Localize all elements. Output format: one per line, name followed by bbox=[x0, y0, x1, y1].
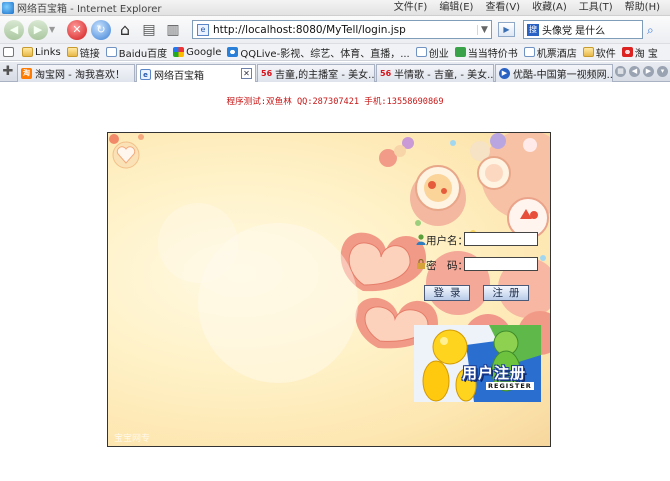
link-label: QQLive-影视、综艺、体育、直播，... bbox=[240, 48, 410, 60]
link-label: 链接 bbox=[79, 48, 100, 60]
address-bar[interactable]: e http://localhost:8080/MyTell/login.jsp… bbox=[192, 20, 492, 39]
home-button[interactable]: ⌂ bbox=[115, 20, 135, 40]
taobao-icon bbox=[621, 47, 633, 57]
link-item[interactable]: Links bbox=[22, 47, 61, 58]
link-item[interactable]: 机票酒店 bbox=[523, 45, 577, 60]
print-button[interactable]: ▤ bbox=[139, 20, 159, 40]
ie-logo-icon bbox=[2, 1, 14, 14]
history-dropdown-icon[interactable]: ▼ bbox=[49, 25, 57, 34]
tab-56-song[interactable]: 56 半情歌 - 吉童, - 美女... bbox=[376, 64, 494, 82]
tab-taobao[interactable]: 淘 淘宝网 - 淘我喜欢！ bbox=[17, 64, 135, 82]
page-icon: e bbox=[140, 68, 151, 80]
link-label: 当当特价书 bbox=[467, 48, 518, 60]
tab-list-icon[interactable]: ▦ bbox=[615, 66, 626, 77]
link-item[interactable]: Baidu百度 bbox=[105, 45, 168, 60]
youku-icon: ▶ bbox=[499, 68, 510, 79]
password-label: 密 码： bbox=[426, 260, 468, 272]
menu-view[interactable]: 查看(V) bbox=[479, 1, 526, 15]
page-icon: e bbox=[197, 23, 209, 36]
page-icon bbox=[105, 47, 117, 57]
stop-button[interactable]: ✕ bbox=[67, 19, 87, 40]
link-item[interactable]: 创业 bbox=[415, 45, 449, 60]
menu-bar: 文件(F) 编辑(E) 查看(V) 收藏(A) 工具(T) 帮助(H) bbox=[388, 1, 666, 15]
address-input[interactable]: http://localhost:8080/MyTell/login.jsp bbox=[213, 24, 477, 36]
taobao-icon: 淘 bbox=[21, 68, 32, 79]
watermark-text: 宝宝网专 bbox=[114, 434, 151, 444]
lock-icon bbox=[417, 259, 425, 269]
folder-icon bbox=[582, 47, 594, 57]
new-tab-button[interactable]: ✚ bbox=[1, 65, 15, 79]
search-input[interactable]: 头像党 是什么 bbox=[542, 22, 605, 37]
register-banner-subtitle: REGISTER bbox=[486, 382, 534, 390]
tab-scroll-right-icon[interactable]: ▶ bbox=[643, 66, 654, 77]
back-button[interactable]: ◀ bbox=[4, 19, 24, 40]
link-item[interactable]: 淘 宝 bbox=[621, 45, 658, 60]
username-input[interactable] bbox=[464, 232, 538, 246]
folder-icon bbox=[22, 47, 33, 57]
menu-tools[interactable]: 工具(T) bbox=[573, 1, 619, 15]
register-button[interactable]: 注册 bbox=[483, 285, 529, 301]
menu-favorites[interactable]: 收藏(A) bbox=[526, 1, 573, 15]
login-button[interactable]: 登录 bbox=[424, 285, 470, 301]
password-input[interactable] bbox=[464, 257, 538, 271]
link-item[interactable]: 链接 bbox=[66, 45, 100, 60]
google-icon bbox=[173, 47, 185, 57]
menu-edit[interactable]: 编辑(E) bbox=[433, 1, 479, 15]
tab-scroll-left-icon[interactable]: ◀ bbox=[629, 66, 640, 77]
close-tab-icon[interactable]: ✕ bbox=[241, 68, 252, 79]
address-dropdown-icon[interactable]: ▼ bbox=[477, 24, 491, 35]
register-banner-title: 用户注册 bbox=[462, 364, 527, 382]
favorites-button[interactable]: ▥ bbox=[163, 20, 183, 40]
page-icon bbox=[415, 47, 427, 57]
go-button[interactable]: ▶ bbox=[498, 22, 515, 37]
qq-icon bbox=[227, 47, 239, 57]
link-label: Baidu百度 bbox=[118, 48, 168, 60]
title-bar: 网络百宝箱 - Internet Explorer 文件(F) 编辑(E) 查看… bbox=[0, 0, 670, 16]
link-item[interactable]: 软件 bbox=[582, 45, 616, 60]
link-label: 淘 宝 bbox=[634, 48, 658, 60]
register-banner[interactable]: 用户注册 REGISTER bbox=[414, 325, 541, 402]
window-title: 网络百宝箱 - Internet Explorer bbox=[17, 4, 162, 15]
tab-youku[interactable]: ▶ 优酷-中国第一视频网... bbox=[495, 64, 613, 82]
56-icon: 56 bbox=[380, 69, 392, 78]
link-label: Google bbox=[186, 46, 222, 58]
search-engine-icon[interactable]: 搜 bbox=[527, 23, 539, 36]
tab-tools: ▦ ◀ ▶ ▾ bbox=[615, 66, 668, 77]
search-icon[interactable]: ⌕ bbox=[647, 23, 654, 38]
link-item[interactable]: QQLive-影视、综艺、体育、直播，... bbox=[227, 45, 410, 60]
tab-menu-icon[interactable]: ▾ bbox=[657, 66, 668, 77]
link-item[interactable]: 当当特价书 bbox=[454, 45, 518, 60]
tab-bar: ✚ 淘 淘宝网 - 淘我喜欢！ e 网络百宝箱 ✕ 56 吉童,的主播室 - 美… bbox=[0, 62, 670, 83]
page-content: 程序测试:双鱼林 QQ:287307421 手机:13558690869 用户名… bbox=[0, 82, 670, 481]
book-icon bbox=[3, 47, 14, 57]
user-icon bbox=[416, 234, 426, 245]
link-label: Links bbox=[35, 46, 61, 58]
menu-help[interactable]: 帮助(H) bbox=[619, 1, 666, 15]
search-box[interactable]: 搜 头像党 是什么 bbox=[523, 20, 643, 39]
link-item[interactable]: Google bbox=[173, 47, 221, 58]
link-label: 机票酒店 bbox=[536, 48, 577, 60]
link-label: 软件 bbox=[595, 48, 616, 60]
navigation-bar: ◀ ▶ ▼ ✕ ↻ ⌂ ▤ ▥ e http://localhost:8080/… bbox=[0, 16, 670, 43]
dangdang-icon bbox=[454, 47, 466, 57]
56-icon: 56 bbox=[261, 69, 273, 78]
link-label: 创业 bbox=[428, 48, 449, 60]
username-label: 用户名： bbox=[426, 235, 468, 247]
folder-icon bbox=[66, 47, 78, 57]
tab-56-room[interactable]: 56 吉童,的主播室 - 美女... bbox=[257, 64, 375, 82]
bookmarks-toggle[interactable] bbox=[3, 47, 16, 57]
forward-button[interactable]: ▶ bbox=[28, 19, 48, 40]
login-panel: 用户名： 密 码： 登录 注册 用户注册 REGISTER 宝宝网专 bbox=[107, 132, 551, 447]
tester-info: 程序测试:双鱼林 QQ:287307421 手机:13558690869 bbox=[226, 97, 444, 107]
links-bar: Links 链接 Baidu百度 Google QQLive-影视、综艺、体育、… bbox=[0, 43, 670, 61]
refresh-button[interactable]: ↻ bbox=[91, 19, 111, 40]
page-icon bbox=[523, 47, 535, 57]
menu-file[interactable]: 文件(F) bbox=[388, 1, 434, 15]
tab-active-login[interactable]: e 网络百宝箱 ✕ bbox=[136, 64, 256, 83]
